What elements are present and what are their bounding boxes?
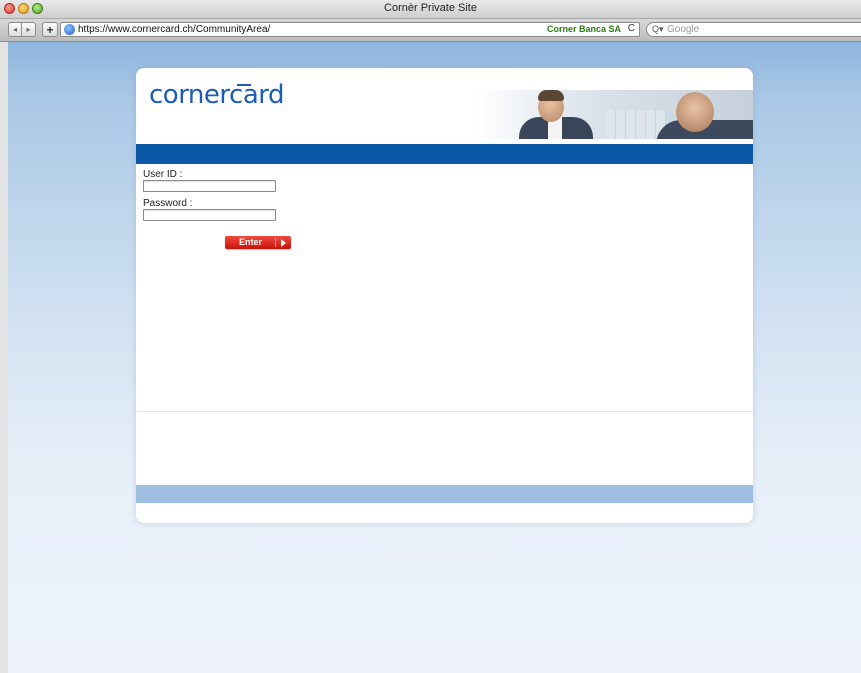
header-photo <box>476 90 753 139</box>
arrow-right-icon <box>281 239 286 247</box>
browser-window: Cornèr Private Site ◂ ▸ + https://www.co… <box>0 0 861 673</box>
back-button[interactable]: ◂ <box>8 22 22 37</box>
content-divider <box>136 411 753 412</box>
url-text[interactable]: https://www.cornercard.ch/CommunityArea/ <box>78 24 270 35</box>
search-field[interactable]: Q▾ Google <box>646 22 861 37</box>
search-icon[interactable]: Q▾ <box>652 24 664 35</box>
enter-button-divider <box>275 238 276 247</box>
enter-button[interactable]: Enter <box>225 236 291 249</box>
window-left-edge <box>0 42 8 673</box>
site-identity-label[interactable]: Corner Banca SA <box>547 24 621 34</box>
header-band <box>136 144 753 164</box>
user-id-input[interactable] <box>143 180 276 192</box>
logo-accent-mark <box>237 84 251 86</box>
password-input[interactable] <box>143 209 276 221</box>
enter-button-label: Enter <box>239 237 263 247</box>
window-title: Cornèr Private Site <box>384 2 477 14</box>
forward-button[interactable]: ▸ <box>22 22 36 37</box>
cornercard-logo: cornercard <box>149 80 285 110</box>
reload-icon[interactable]: C <box>628 23 635 34</box>
search-placeholder: Google <box>667 24 700 35</box>
password-label: Password : <box>143 198 193 209</box>
page-viewport: cornercard User ID : Password : Enter <box>8 42 861 673</box>
browser-toolbar: ◂ ▸ + https://www.cornercard.ch/Communit… <box>0 19 861 42</box>
footer-band <box>136 485 753 503</box>
login-card: cornercard User ID : Password : Enter <box>136 68 753 523</box>
secure-site-icon <box>64 24 75 35</box>
add-bookmark-button[interactable]: + <box>42 22 58 37</box>
user-id-label: User ID : <box>143 169 183 180</box>
second-person-head <box>676 92 714 132</box>
address-bar[interactable]: https://www.cornercard.ch/CommunityArea/… <box>60 22 640 37</box>
title-bar: Cornèr Private Site <box>0 0 861 19</box>
person-hair <box>538 90 564 101</box>
